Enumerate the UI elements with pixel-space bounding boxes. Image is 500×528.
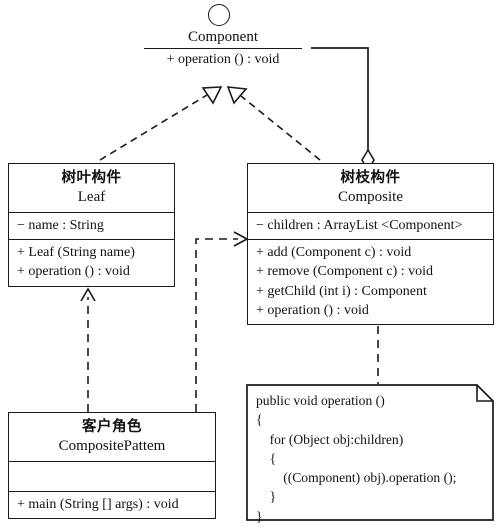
class-header-composite: 树枝构件 Composite <box>248 164 493 212</box>
open-arrow-icon <box>80 287 96 302</box>
open-arrow-icon <box>233 231 249 247</box>
class-cn-name-leaf: 树叶构件 <box>61 170 122 186</box>
leaf-realization-connector <box>99 86 223 161</box>
class-en-name-composite: Composite <box>337 188 403 205</box>
interface-divider <box>144 48 302 49</box>
class-cn-name-composite: 树枝构件 <box>340 170 401 186</box>
uml-diagram-canvas: Component + operation () : void 树叶构件 Lea… <box>0 0 500 528</box>
method-row: + add (Component c) : void <box>256 245 412 260</box>
class-box-leaf[interactable]: 树叶构件 Leaf − name : String + Leaf (String… <box>8 163 175 287</box>
interface-name: Component <box>188 29 258 45</box>
interface-operation: + operation () : void <box>166 52 280 67</box>
attribute-row: − children : ArrayList <Component> <box>256 217 463 233</box>
method-row: + Leaf (String name) <box>17 245 135 260</box>
note-code: public void operation () { for (Object o… <box>246 384 494 524</box>
hollow-triangle-icon <box>201 86 223 105</box>
hollow-triangle-icon <box>226 86 248 105</box>
class-box-client[interactable]: 客户角色 CompositePattem + main (String [] a… <box>8 412 216 519</box>
attribute-row: − name : String <box>17 217 104 233</box>
method-row: + remove (Component c) : void <box>256 264 434 280</box>
class-en-name-client: CompositePattem <box>58 437 166 454</box>
client-leaf-dependency-connector <box>80 287 96 412</box>
class-methods-leaf: + Leaf (String name) + operation () : vo… <box>9 239 174 286</box>
class-attributes-composite: − children : ArrayList <Component> <box>248 211 493 239</box>
method-row: + operation () : void <box>17 264 130 280</box>
class-methods-composite: + add (Component c) : void + remove (Com… <box>248 239 493 324</box>
class-methods-client: + main (String [] args) : void <box>9 490 215 518</box>
class-en-name-leaf: Leaf <box>77 188 106 205</box>
method-row: + getChild (int i) : Component <box>256 283 427 299</box>
composite-realization-connector <box>226 86 321 161</box>
class-header-leaf: 树叶构件 Leaf <box>9 164 174 212</box>
class-attributes-client <box>9 460 215 491</box>
circle-icon <box>208 4 230 26</box>
class-box-composite[interactable]: 树枝构件 Composite − children : ArrayList <C… <box>247 163 494 326</box>
interface-component: Component + operation () : void <box>138 2 368 78</box>
client-composite-dependency-connector <box>195 231 249 412</box>
note-code-text: public void operation () { for (Object o… <box>256 393 457 524</box>
class-cn-name-client: 客户角色 <box>82 419 142 435</box>
method-row: + main (String [] args) : void <box>17 496 179 512</box>
class-attributes-leaf: − name : String <box>9 211 174 239</box>
method-row: + operation () : void <box>256 302 369 318</box>
class-header-client: 客户角色 CompositePattem <box>9 413 215 461</box>
